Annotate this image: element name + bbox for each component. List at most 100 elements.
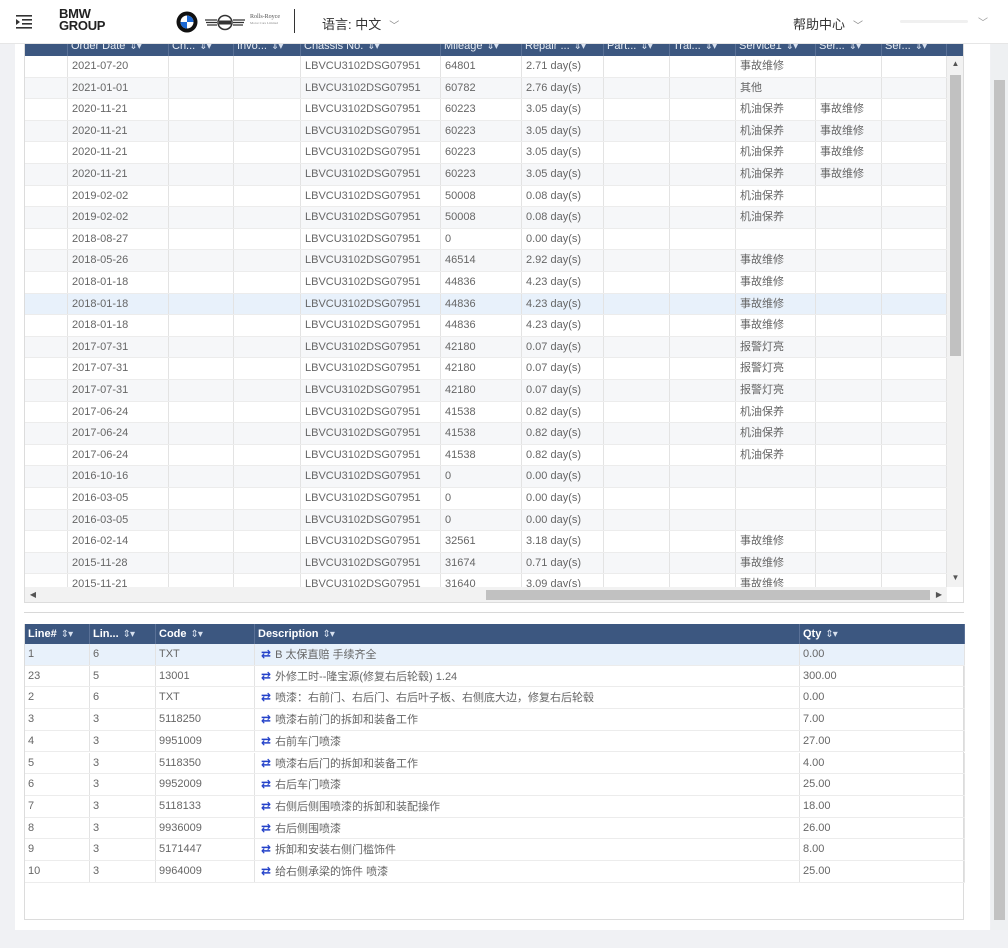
transfer-icon[interactable]: ⇄: [261, 799, 271, 813]
page-scrollbar-thumb[interactable]: [994, 80, 1005, 920]
table-row[interactable]: 2018-01-18 LBVCU3102DSG07951 44836 4.23 day…: [25, 315, 947, 337]
table-row[interactable]: 2018-01-18 LBVCU3102DSG07951 44836 4.23 day…: [25, 293, 947, 316]
table-row[interactable]: 2018-08-27 LBVCU3102DSG07951 0 0.00 day(s): [25, 228, 947, 251]
table-row[interactable]: 2016-10-16 LBVCU3102DSG07951 0 0.00 day(s): [25, 466, 947, 488]
table-row[interactable]: 3 3 5118250 ⇄ 喷漆右前门的拆卸和装备工作 7.00: [25, 709, 965, 731]
table-row[interactable]: 1 6 TXT ⇄ B 太保直赔 手续齐全 0.00: [25, 644, 965, 666]
column-header-ser2[interactable]: Ser... ⇕▾: [816, 44, 882, 56]
table-row[interactable]: 2 6 TXT ⇄ 喷漆：右前门、右后门、右后叶子板、右侧底大边，修复右后轮毂 0.00: [25, 687, 965, 710]
cell-invoice: [234, 56, 301, 77]
table-row[interactable]: 4 3 9951009 ⇄ 右前车门喷漆 27.00: [25, 730, 965, 753]
scroll-left-arrow-icon[interactable]: ◀: [27, 587, 39, 602]
table-row[interactable]: 8 3 9936009 ⇄ 右后侧围喷漆 26.00: [25, 817, 965, 840]
column-header-order-date[interactable]: Order Date ⇕▾: [68, 44, 169, 56]
orders-vscroll-thumb[interactable]: [950, 75, 961, 356]
cell-order-date: 2017-07-31: [68, 336, 169, 358]
user-menu[interactable]: ﹀: [900, 12, 992, 32]
transfer-icon[interactable]: ⇄: [261, 669, 271, 683]
transfer-icon[interactable]: ⇄: [261, 756, 271, 770]
sort-filter-icon[interactable]: ⇕▾: [123, 629, 135, 640]
orders-hscroll-thumb[interactable]: [486, 590, 930, 600]
table-row[interactable]: 2016-02-14 LBVCU3102DSG07951 32561 3.18 day…: [25, 531, 947, 553]
column-header-part[interactable]: Part... ⇕▾: [604, 44, 670, 56]
table-row[interactable]: 7 3 5118133 ⇄ 右侧后侧围喷漆的拆卸和装配操作 18.00: [25, 795, 965, 818]
table-row[interactable]: 2015-11-28 LBVCU3102DSG07951 31674 0.71 day…: [25, 552, 947, 575]
column-header-service1[interactable]: Service1 ⇕▾: [736, 44, 816, 56]
table-row[interactable]: 2018-01-18 LBVCU3102DSG07951 44836 4.23 day…: [25, 272, 947, 294]
column-header-line-type[interactable]: Lin... ⇕▾: [90, 624, 156, 644]
table-row[interactable]: 2020-11-21 LBVCU3102DSG07951 60223 3.05 day…: [25, 142, 947, 164]
sort-filter-icon[interactable]: ⇕▾: [191, 629, 203, 640]
transfer-icon[interactable]: ⇄: [261, 777, 271, 791]
transfer-icon[interactable]: ⇄: [261, 842, 271, 856]
table-row[interactable]: 23 5 13001 ⇄ 外修工时--隆宝源(修复右后轮毂) 1.24 300.00: [25, 665, 965, 688]
sort-filter-icon[interactable]: ⇕▾: [199, 44, 211, 52]
transfer-icon[interactable]: ⇄: [261, 864, 271, 878]
table-row[interactable]: 5 3 5118350 ⇄ 喷漆右后门的拆卸和装备工作 4.00: [25, 752, 965, 775]
sort-filter-icon[interactable]: ⇕▾: [915, 44, 927, 52]
column-header-trai[interactable]: Trai... ⇕▾: [670, 44, 736, 56]
table-row[interactable]: 2016-03-05 LBVCU3102DSG07951 0 0.00 day(s): [25, 488, 947, 510]
cell-description: ⇄ 右后侧围喷漆: [255, 817, 800, 839]
sort-filter-icon[interactable]: ⇕▾: [825, 629, 837, 640]
column-header-ser3[interactable]: Ser... ⇕▾: [882, 44, 947, 56]
scroll-right-arrow-icon[interactable]: ▶: [933, 587, 945, 602]
transfer-icon[interactable]: ⇄: [261, 821, 271, 835]
transfer-icon[interactable]: ⇄: [261, 734, 271, 748]
help-center-menu[interactable]: 帮助中心 ﹀: [793, 14, 863, 33]
column-header-description[interactable]: Description ⇕▾: [255, 624, 800, 644]
orders-horizontal-scrollbar[interactable]: ◀ ▶: [25, 587, 947, 602]
scroll-down-arrow-icon[interactable]: ▼: [947, 572, 963, 584]
menu-toggle-icon[interactable]: [15, 13, 33, 29]
table-row[interactable]: 2018-05-26 LBVCU3102DSG07951 46514 2.92 day…: [25, 250, 947, 272]
table-row[interactable]: 6 3 9952009 ⇄ 右后车门喷漆 25.00: [25, 774, 965, 796]
column-header-code[interactable]: Code ⇕▾: [156, 624, 255, 644]
sort-filter-icon[interactable]: ⇕▾: [574, 44, 586, 52]
transfer-icon[interactable]: ⇄: [261, 712, 271, 726]
column-header-chassis-no[interactable]: Chassis No. ⇕▾: [301, 44, 441, 56]
table-row[interactable]: 2017-06-24 LBVCU3102DSG07951 41538 0.82 day…: [25, 423, 947, 445]
cell-invoice: [234, 488, 301, 509]
column-header-line-no[interactable]: Line# ⇕▾: [25, 624, 90, 644]
transfer-icon[interactable]: ⇄: [261, 690, 271, 704]
table-row[interactable]: 2015-11-21 LBVCU3102DSG07951 31640 3.09 day…: [25, 574, 947, 587]
sort-filter-icon[interactable]: ⇕▾: [487, 44, 499, 52]
sort-filter-icon[interactable]: ⇕▾: [323, 629, 335, 640]
scroll-up-arrow-icon[interactable]: ▲: [947, 58, 963, 70]
sort-filter-icon[interactable]: ⇕▾: [129, 44, 141, 52]
table-row[interactable]: 2019-02-02 LBVCU3102DSG07951 50008 0.08 day…: [25, 185, 947, 208]
column-header-select[interactable]: [25, 44, 68, 56]
table-row[interactable]: 9 3 5171447 ⇄ 拆卸和安装右侧门槛饰件 8.00: [25, 839, 965, 861]
column-header-repair-days[interactable]: Repair ... ⇕▾: [522, 44, 604, 56]
table-row[interactable]: 2017-07-31 LBVCU3102DSG07951 42180 0.07 day…: [25, 380, 947, 402]
transfer-icon[interactable]: ⇄: [261, 647, 271, 661]
cell-trai: [670, 336, 736, 358]
page-scrollbar[interactable]: [991, 44, 1008, 930]
table-row[interactable]: 2017-06-24 LBVCU3102DSG07951 41538 0.82 day…: [25, 401, 947, 424]
sort-filter-icon[interactable]: ⇕▾: [61, 629, 73, 640]
table-row[interactable]: 2021-07-20 LBVCU3102DSG07951 64801 2.71 day…: [25, 56, 947, 78]
table-row[interactable]: 2019-02-02 LBVCU3102DSG07951 50008 0.08 day…: [25, 207, 947, 229]
table-row[interactable]: 10 3 9964009 ⇄ 给右侧承梁的饰件 喷漆 25.00: [25, 861, 965, 883]
column-header-invoice[interactable]: Invo... ⇕▾: [234, 44, 301, 56]
table-row[interactable]: 2017-06-24 LBVCU3102DSG07951 41538 0.82 day…: [25, 444, 947, 467]
table-row[interactable]: 2020-11-21 LBVCU3102DSG07951 60223 3.05 day…: [25, 120, 947, 143]
cell-line-type: 3: [90, 752, 156, 774]
table-row[interactable]: 2017-07-31 LBVCU3102DSG07951 42180 0.07 day…: [25, 336, 947, 359]
sort-filter-icon[interactable]: ⇕▾: [367, 44, 379, 52]
sort-filter-icon[interactable]: ⇕▾: [849, 44, 861, 52]
sort-filter-icon[interactable]: ⇕▾: [786, 44, 798, 52]
sort-filter-icon[interactable]: ⇕▾: [705, 44, 717, 52]
table-row[interactable]: 2021-01-01 LBVCU3102DSG07951 60782 2.76 day…: [25, 77, 947, 100]
sort-filter-icon[interactable]: ⇕▾: [640, 44, 652, 52]
sort-filter-icon[interactable]: ⇕▾: [271, 44, 283, 52]
column-header-qty[interactable]: Qty ⇕▾: [800, 624, 965, 644]
column-header-mileage[interactable]: Mileage ⇕▾: [441, 44, 522, 56]
table-row[interactable]: 2016-03-05 LBVCU3102DSG07951 0 0.00 day(s): [25, 509, 947, 532]
column-header-ch[interactable]: Ch... ⇕▾: [169, 44, 234, 56]
orders-vertical-scrollbar[interactable]: ▲ ▼: [947, 56, 963, 587]
table-row[interactable]: 2020-11-21 LBVCU3102DSG07951 60223 3.05 day…: [25, 99, 947, 121]
table-row[interactable]: 2020-11-21 LBVCU3102DSG07951 60223 3.05 day…: [25, 164, 947, 186]
table-row[interactable]: 2017-07-31 LBVCU3102DSG07951 42180 0.07 day…: [25, 358, 947, 380]
language-selector[interactable]: 语言: 中文 ﹀: [322, 14, 399, 33]
